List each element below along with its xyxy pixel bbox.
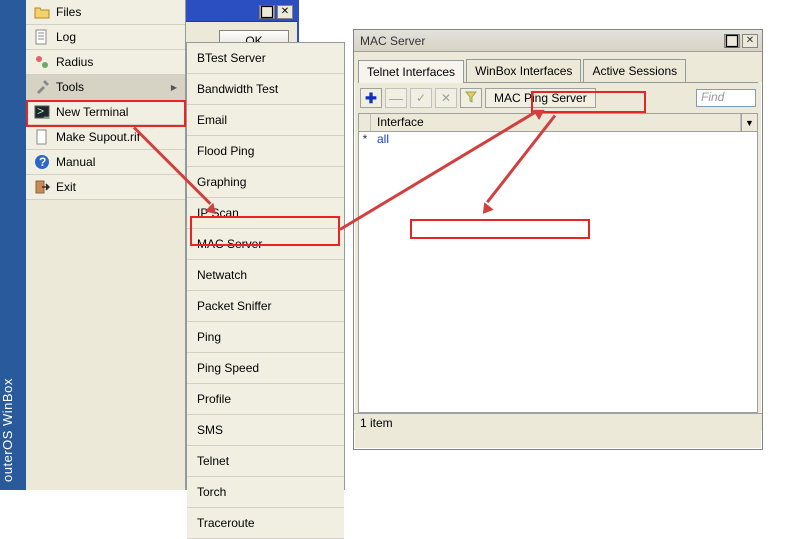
sidebar-item-label: Tools xyxy=(56,80,84,94)
sidebar-item-label: Radius xyxy=(56,55,93,69)
sidebar-item-files[interactable]: Files xyxy=(26,0,185,25)
button-label: MAC Ping Server xyxy=(494,91,587,105)
submenu-label: Telnet xyxy=(197,454,229,468)
submenu-label: Flood Ping xyxy=(197,144,254,158)
submenu-item-ping[interactable]: Ping xyxy=(187,322,344,353)
funnel-icon xyxy=(465,91,477,106)
status-bar: 1 item xyxy=(354,413,762,431)
chevron-right-icon: ▶ xyxy=(171,83,177,92)
submenu-label: MAC Server xyxy=(197,237,262,251)
sidebar-item-label: Make Supout.rif xyxy=(56,130,140,144)
submenu-item-packetsniffer[interactable]: Packet Sniffer xyxy=(187,291,344,322)
tab-label: WinBox Interfaces xyxy=(475,64,572,78)
submenu-item-email[interactable]: Email xyxy=(187,105,344,136)
cell-interface: all xyxy=(371,132,395,148)
check-icon: ✓ xyxy=(416,91,426,105)
submenu-label: SMS xyxy=(197,423,223,437)
minimize-button[interactable] xyxy=(259,5,275,19)
submenu-item-sms[interactable]: SMS xyxy=(187,415,344,446)
plus-icon: ✚ xyxy=(365,90,377,107)
sidebar-item-exit[interactable]: Exit xyxy=(26,175,185,200)
submenu-item-traceroute[interactable]: Traceroute xyxy=(187,508,344,539)
interface-grid: Interface ▼ * all xyxy=(358,113,758,413)
submenu-item-torch[interactable]: Torch xyxy=(187,477,344,508)
mac-server-window: MAC Server ✕ Telnet Interfaces WinBox In… xyxy=(353,29,763,450)
submenu-label: Ping Speed xyxy=(197,361,259,375)
tab-winbox-interfaces[interactable]: WinBox Interfaces xyxy=(466,59,581,82)
remove-button[interactable]: — xyxy=(385,88,407,108)
radius-icon xyxy=(34,54,50,70)
sidebar-item-label: Files xyxy=(56,5,81,19)
folder-icon xyxy=(34,4,50,20)
tab-label: Active Sessions xyxy=(592,64,677,78)
submenu-label: Traceroute xyxy=(197,516,255,530)
tools-submenu: BTest Server Bandwidth Test Email Flood … xyxy=(186,42,345,490)
submenu-item-netwatch[interactable]: Netwatch xyxy=(187,260,344,291)
sidebar-item-new-terminal[interactable]: >_ New Terminal xyxy=(26,100,185,125)
columns-expand-button[interactable]: ▼ xyxy=(741,114,757,131)
sidebar-item-label: Manual xyxy=(56,155,95,169)
submenu-label: BTest Server xyxy=(197,51,266,65)
row-marker: * xyxy=(359,132,371,148)
chevron-down-icon: ▼ xyxy=(745,118,754,128)
tools-icon xyxy=(34,79,50,95)
help-icon: ? xyxy=(34,154,50,170)
log-icon xyxy=(34,29,50,45)
submenu-item-graphing[interactable]: Graphing xyxy=(187,167,344,198)
file-icon xyxy=(34,129,50,145)
minimize-button[interactable] xyxy=(724,34,740,48)
mac-server-tabs: Telnet Interfaces WinBox Interfaces Acti… xyxy=(354,52,762,82)
svg-text:?: ? xyxy=(39,155,46,169)
x-icon: ✕ xyxy=(441,91,451,105)
sidebar: Files Log Radius Tools ▶ >_ New Terminal… xyxy=(26,0,186,490)
table-row[interactable]: * all xyxy=(359,132,757,148)
mac-server-titlebar[interactable]: MAC Server ✕ xyxy=(354,30,762,52)
close-button[interactable]: ✕ xyxy=(277,5,293,19)
submenu-label: Ping xyxy=(197,330,221,344)
submenu-item-profile[interactable]: Profile xyxy=(187,384,344,415)
submenu-label: Bandwidth Test xyxy=(197,82,278,96)
submenu-label: Torch xyxy=(197,485,226,499)
sidebar-item-tools[interactable]: Tools ▶ xyxy=(26,75,185,100)
submenu-label: Packet Sniffer xyxy=(197,299,271,313)
svg-text:>_: >_ xyxy=(37,104,50,118)
sidebar-item-label: Log xyxy=(56,30,76,44)
app-title-vertical: outerOS WinBox xyxy=(0,0,26,490)
window-title: MAC Server xyxy=(360,34,724,48)
sidebar-item-log[interactable]: Log xyxy=(26,25,185,50)
submenu-label: Email xyxy=(197,113,227,127)
submenu-label: Profile xyxy=(197,392,231,406)
submenu-label: Graphing xyxy=(197,175,246,189)
sidebar-item-label: New Terminal xyxy=(56,105,128,119)
exit-icon xyxy=(34,179,50,195)
submenu-item-pingspeed[interactable]: Ping Speed xyxy=(187,353,344,384)
add-button[interactable]: ✚ xyxy=(360,88,382,108)
minus-icon: — xyxy=(389,90,403,106)
tab-telnet-interfaces[interactable]: Telnet Interfaces xyxy=(358,60,464,83)
submenu-item-telnet[interactable]: Telnet xyxy=(187,446,344,477)
submenu-item-macserver[interactable]: MAC Server xyxy=(187,229,344,260)
disable-button[interactable]: ✕ xyxy=(435,88,457,108)
mac-server-toolbar: ✚ — ✓ ✕ MAC Ping Server Find xyxy=(354,83,762,113)
submenu-item-btest[interactable]: BTest Server xyxy=(187,43,344,74)
grid-header: Interface ▼ xyxy=(359,114,757,132)
sidebar-item-label: Exit xyxy=(56,180,76,194)
sidebar-item-make-supout[interactable]: Make Supout.rif xyxy=(26,125,185,150)
close-button[interactable]: ✕ xyxy=(742,34,758,48)
enable-button[interactable]: ✓ xyxy=(410,88,432,108)
tab-label: Telnet Interfaces xyxy=(367,65,455,79)
tab-active-sessions[interactable]: Active Sessions xyxy=(583,59,686,82)
sidebar-item-radius[interactable]: Radius xyxy=(26,50,185,75)
find-input[interactable]: Find xyxy=(696,89,756,107)
submenu-item-floodping[interactable]: Flood Ping xyxy=(187,136,344,167)
submenu-item-bandwidth[interactable]: Bandwidth Test xyxy=(187,74,344,105)
column-label: Interface xyxy=(377,115,424,129)
submenu-label: Netwatch xyxy=(197,268,247,282)
filter-button[interactable] xyxy=(460,88,482,108)
terminal-icon: >_ xyxy=(34,104,50,120)
